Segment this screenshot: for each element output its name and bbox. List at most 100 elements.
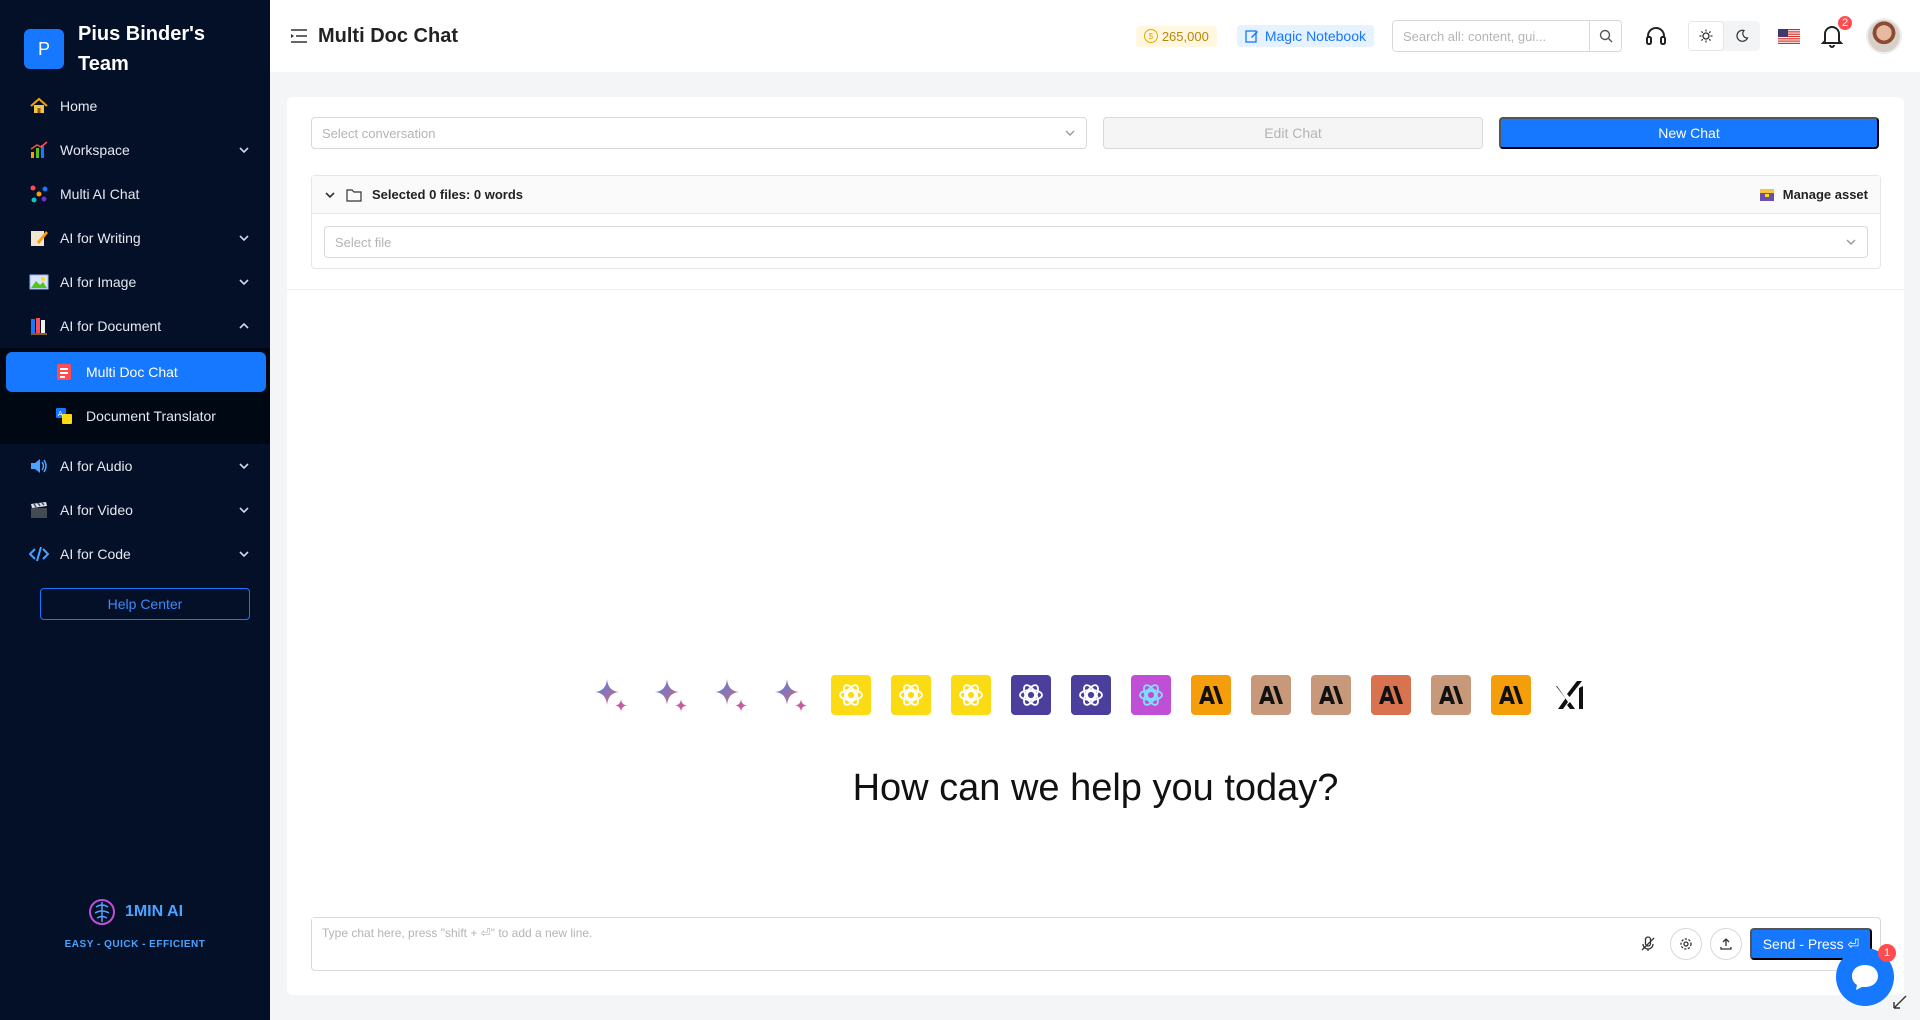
mic-off-icon[interactable] bbox=[1636, 932, 1660, 956]
chat-input[interactable] bbox=[312, 918, 1372, 958]
openai-icon[interactable] bbox=[891, 675, 931, 715]
sidebar-item-ai-for-writing[interactable]: AI for Writing bbox=[0, 216, 270, 260]
new-chat-button[interactable]: New Chat bbox=[1499, 117, 1879, 149]
network-icon bbox=[28, 183, 50, 205]
manage-asset-label: Manage asset bbox=[1782, 187, 1868, 202]
sidebar-item-ai-for-audio[interactable]: AI for Audio bbox=[0, 444, 270, 488]
anthropic-icon[interactable] bbox=[1251, 675, 1291, 715]
team-avatar: P bbox=[24, 29, 64, 69]
upload-button[interactable] bbox=[1710, 928, 1742, 960]
sidebar-item-document-translator[interactable]: A Document Translator bbox=[6, 396, 266, 436]
chart-icon bbox=[28, 139, 50, 161]
translate-icon: A bbox=[54, 406, 74, 426]
anthropic-icon[interactable] bbox=[1371, 675, 1411, 715]
sidebar-item-label: AI for Video bbox=[60, 502, 133, 518]
ai-for-document-submenu: Multi Doc Chat A Document Translator bbox=[0, 348, 270, 444]
magic-notebook-label: Magic Notebook bbox=[1264, 28, 1366, 44]
writing-icon bbox=[28, 227, 50, 249]
code-icon bbox=[28, 543, 50, 565]
anthropic-icon[interactable] bbox=[1191, 675, 1231, 715]
chevron-down-icon bbox=[1846, 239, 1856, 245]
sun-icon[interactable] bbox=[1688, 21, 1724, 51]
support-chat-launcher[interactable]: 1 bbox=[1836, 944, 1896, 1006]
gemini-icon[interactable] bbox=[591, 675, 631, 715]
menu-toggle-icon[interactable] bbox=[288, 25, 310, 47]
gemini-icon[interactable] bbox=[771, 675, 811, 715]
sidebar-item-ai-for-document[interactable]: AI for Document bbox=[0, 304, 270, 348]
credits-value: 265,000 bbox=[1161, 28, 1209, 44]
sidebar-subitem-label: Document Translator bbox=[86, 408, 216, 424]
sidebar-item-multi-doc-chat[interactable]: Multi Doc Chat bbox=[6, 352, 266, 392]
moon-icon[interactable] bbox=[1724, 21, 1760, 51]
sidebar-item-ai-for-video[interactable]: AI for Video bbox=[0, 488, 270, 532]
anthropic-icon[interactable] bbox=[1311, 675, 1351, 715]
asset-box-icon bbox=[1759, 188, 1775, 202]
files-summary: Selected 0 files: 0 words bbox=[372, 187, 524, 202]
main-panel: Select conversation Edit Chat New Chat S… bbox=[287, 97, 1904, 995]
chevron-down-icon bbox=[239, 147, 249, 154]
us-flag-icon[interactable] bbox=[1778, 28, 1800, 44]
files-panel-header[interactable]: Selected 0 files: 0 words Manage asset bbox=[312, 176, 1880, 214]
folder-icon bbox=[346, 188, 362, 202]
manage-asset-button[interactable]: Manage asset bbox=[1759, 187, 1868, 202]
conversation-select[interactable]: Select conversation bbox=[311, 117, 1087, 149]
team-brand[interactable]: P Pius Binder's Team bbox=[0, 0, 270, 84]
sidebar-item-workspace[interactable]: Workspace bbox=[0, 128, 270, 172]
welcome-heading: How can we help you today? bbox=[852, 767, 1339, 809]
chevron-down-icon bbox=[1065, 130, 1075, 136]
chevron-down-icon bbox=[239, 235, 249, 242]
files-panel: Selected 0 files: 0 words Manage asset S… bbox=[311, 175, 1881, 269]
speaker-icon bbox=[28, 455, 50, 477]
gemini-icon[interactable] bbox=[711, 675, 751, 715]
chevron-down-icon bbox=[239, 507, 249, 514]
sidebar-item-label: AI for Image bbox=[60, 274, 137, 290]
sidebar-item-multi-ai-chat[interactable]: Multi AI Chat bbox=[0, 172, 270, 216]
gemini-icon[interactable] bbox=[651, 675, 691, 715]
theme-switch bbox=[1688, 21, 1760, 51]
sidebar-item-label: AI for Audio bbox=[60, 458, 133, 474]
credits-badge[interactable]: $ 265,000 bbox=[1135, 25, 1217, 47]
chat-input-actions: Send - Press ⏎ bbox=[1636, 928, 1872, 960]
help-center-button[interactable]: Help Center bbox=[40, 588, 250, 620]
chevron-down-icon bbox=[239, 551, 249, 558]
chevron-down-icon[interactable] bbox=[324, 189, 336, 201]
chevron-down-icon bbox=[239, 279, 249, 286]
openai-icon[interactable] bbox=[951, 675, 991, 715]
support-headset-icon[interactable] bbox=[1642, 22, 1670, 50]
image-icon bbox=[28, 271, 50, 293]
sidebar-item-ai-for-code[interactable]: AI for Code bbox=[0, 532, 270, 576]
user-avatar[interactable] bbox=[1866, 18, 1902, 54]
search-input[interactable] bbox=[1393, 21, 1589, 51]
sidebar-item-label: AI for Document bbox=[60, 318, 162, 334]
sidebar-item-label: AI for Writing bbox=[60, 230, 141, 246]
sidebar-item-home[interactable]: Home bbox=[0, 84, 270, 128]
openai-icon[interactable] bbox=[1071, 675, 1111, 715]
openai-icon[interactable] bbox=[831, 675, 871, 715]
page-title: Multi Doc Chat bbox=[318, 24, 458, 47]
sidebar-item-ai-for-image[interactable]: AI for Image bbox=[0, 260, 270, 304]
edit-chat-button[interactable]: Edit Chat bbox=[1103, 117, 1483, 149]
xai-icon[interactable] bbox=[1551, 675, 1591, 715]
sidebar-nav: Home Workspace Multi AI Chat AI for Writ… bbox=[0, 84, 270, 620]
sidebar-item-label: Home bbox=[60, 98, 98, 114]
magic-notebook-button[interactable]: Magic Notebook bbox=[1236, 25, 1374, 47]
file-select[interactable]: Select file bbox=[324, 226, 1868, 258]
search-button[interactable] bbox=[1589, 21, 1621, 51]
coin-icon: $ bbox=[1143, 29, 1158, 43]
top-header: Multi Doc Chat $ 265,000 Magic Notebook bbox=[270, 0, 1920, 72]
chat-bubble-icon bbox=[1852, 965, 1878, 990]
settings-button[interactable] bbox=[1670, 928, 1702, 960]
anthropic-icon[interactable] bbox=[1431, 675, 1471, 715]
openai-gradient-icon[interactable] bbox=[1131, 675, 1171, 715]
openai-icon[interactable] bbox=[1011, 675, 1051, 715]
logo-text: 1MIN AI bbox=[124, 903, 184, 920]
books-icon bbox=[28, 315, 50, 337]
sidebar: P Pius Binder's Team Home Workspace Mult… bbox=[0, 0, 270, 1020]
resize-icon[interactable] bbox=[1892, 994, 1908, 1010]
notifications-bell-icon[interactable]: 2 bbox=[1818, 14, 1854, 50]
ai-model-icons bbox=[591, 675, 1611, 715]
edit-icon bbox=[1245, 29, 1259, 43]
chevron-up-icon bbox=[239, 322, 249, 329]
search-icon bbox=[1599, 29, 1612, 43]
anthropic-icon[interactable] bbox=[1491, 675, 1531, 715]
